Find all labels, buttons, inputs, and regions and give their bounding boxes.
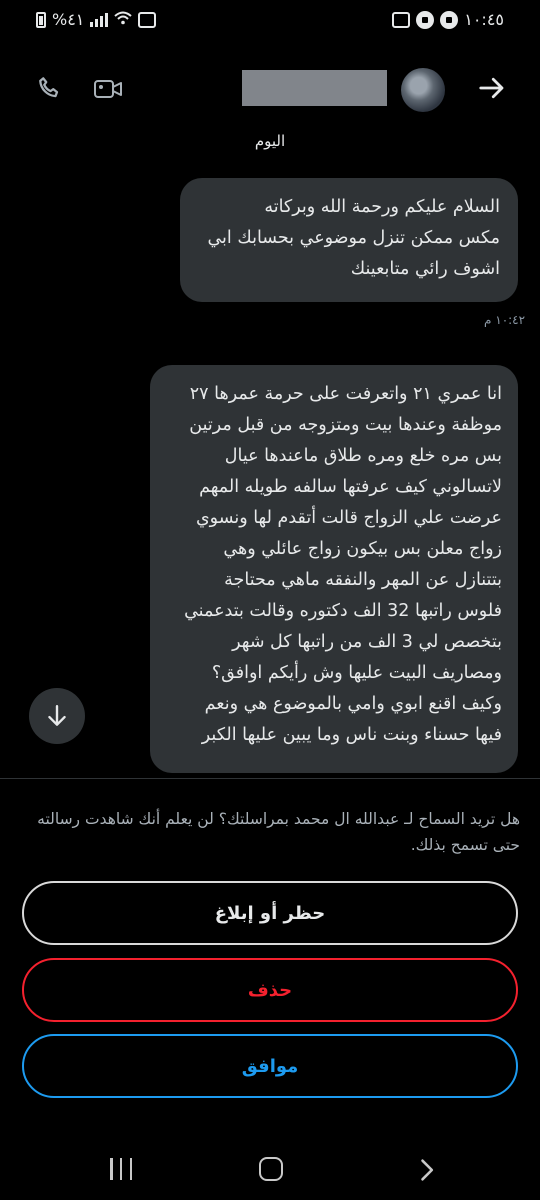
recent-apps-button[interactable] bbox=[110, 1158, 132, 1180]
phone-icon bbox=[39, 77, 59, 98]
message-bubble[interactable]: انا عمري ٢١ واتعرفت على حرمة عمرها ٢٧ مو… bbox=[150, 365, 518, 773]
status-bar: %٤١ ١٠:٤٥ bbox=[0, 0, 540, 40]
video-call-button[interactable] bbox=[90, 71, 126, 107]
battery-percent: %٤١ bbox=[52, 10, 85, 29]
system-nav-bar bbox=[0, 1140, 540, 1200]
signal-icon bbox=[90, 12, 109, 27]
message-line: بتخصص لي 3 الف من راتبها كل شهر bbox=[232, 632, 502, 652]
battery-icon bbox=[36, 11, 46, 28]
message-line: السلام عليكم ورحمة الله وبركاته bbox=[264, 197, 500, 217]
video-icon bbox=[94, 80, 122, 98]
back-button[interactable] bbox=[474, 70, 510, 106]
message-bubble[interactable]: السلام عليكم ورحمة الله وبركاته مكس ممكن… bbox=[180, 178, 518, 302]
contact-name-redacted[interactable] bbox=[242, 70, 387, 106]
nav-back-button[interactable] bbox=[412, 1156, 440, 1184]
avatar[interactable] bbox=[401, 68, 445, 112]
home-button[interactable] bbox=[259, 1157, 283, 1181]
divider bbox=[0, 778, 540, 779]
message-line: اشوف رائي متابعينك bbox=[350, 259, 500, 279]
day-separator: اليوم bbox=[254, 132, 286, 150]
arrow-right-icon bbox=[479, 77, 504, 99]
message-line: عرضت علي الزواج قالت أتقدم لها ونسوي bbox=[195, 508, 502, 528]
message-timestamp: ١٠:٤٢ م bbox=[484, 313, 526, 327]
status-left: %٤١ bbox=[36, 10, 157, 29]
wifi-icon bbox=[114, 10, 133, 29]
message-line: موظفة وعندها بيت ومتزوجه من قبل مرتين bbox=[189, 415, 502, 435]
message-line: مكس ممكن تنزل موضوعي بحسابك ابي bbox=[207, 228, 500, 248]
clock: ١٠:٤٥ bbox=[464, 10, 504, 29]
message-line: وكيف اقنع ابوي وامي بالموضوع هي ونعم bbox=[204, 694, 502, 714]
gallery-icon bbox=[392, 11, 411, 28]
message-line: زواج معلن بس بيكون زواج عائلي وهي bbox=[223, 539, 502, 559]
accept-button[interactable]: موافق bbox=[22, 1034, 518, 1098]
message-line: انا عمري ٢١ واتعرفت على حرمة عمرها ٢٧ bbox=[189, 384, 502, 404]
data-saver-icon bbox=[138, 11, 157, 28]
message-line: بتتنازل عن المهر والنفقه ماهي محتاجة bbox=[224, 570, 502, 590]
block-report-button[interactable]: حظر أو إبلاغ bbox=[22, 881, 518, 945]
message-request-notice: هل تريد السماح لـ عبدالله ال محمد بمراسل… bbox=[37, 810, 520, 854]
soccer-ball-icon bbox=[416, 10, 435, 29]
delete-button[interactable]: حذف bbox=[22, 958, 518, 1022]
message-line: ومصاريف البيت عليها وش رأيكم اوافق؟ bbox=[211, 663, 502, 683]
soccer-ball-icon bbox=[440, 10, 459, 29]
message-line: لاتسالوني كيف عرفتها سالفه طويله المهم bbox=[199, 477, 502, 497]
message-line: بس مره خلع ومره طلاق ماعندها عيال bbox=[224, 446, 502, 466]
call-button[interactable] bbox=[32, 71, 68, 107]
message-line: فيها حسناء وبنت ناس وما يبين عليها الكبر bbox=[201, 725, 502, 745]
message-line: فلوس راتبها 32 الف دكتوره وقالت بتدعمني bbox=[184, 601, 502, 621]
arrow-down-icon bbox=[48, 705, 66, 726]
scroll-to-bottom-button[interactable] bbox=[29, 688, 85, 744]
status-right: ١٠:٤٥ bbox=[392, 10, 504, 29]
chevron-right-icon bbox=[421, 1159, 434, 1181]
chat-header bbox=[0, 56, 540, 120]
